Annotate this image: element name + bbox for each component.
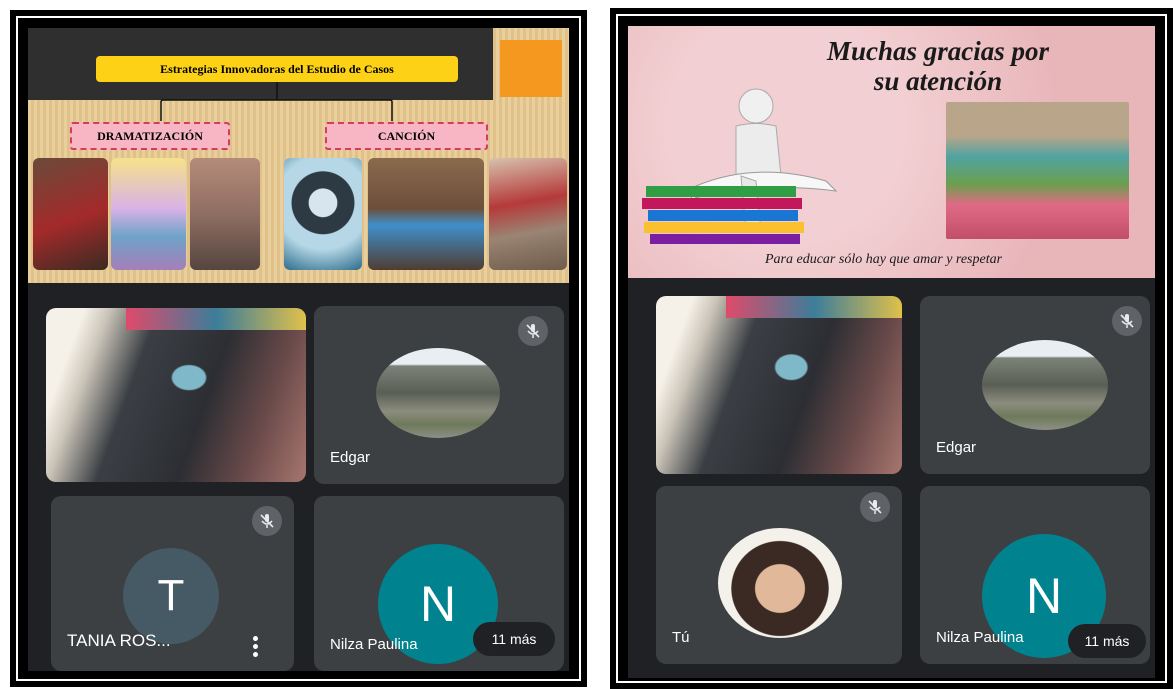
presentation-slide: Estrategias Innovadoras del Estudio de C… [28, 28, 569, 283]
figure-reading-books-illustration [642, 88, 838, 244]
participant-video-feed [46, 308, 306, 482]
slide-photo-1 [33, 158, 108, 270]
participant-tile-video[interactable] [656, 296, 902, 474]
participant-avatar [982, 340, 1108, 430]
participant-video-banner [126, 308, 306, 330]
slide-photo-4 [284, 158, 362, 270]
mic-off-icon [1112, 306, 1142, 336]
participant-name: Tú [672, 629, 690, 646]
participant-tile-video[interactable] [46, 308, 306, 482]
participant-tile-edgar[interactable]: Edgar [314, 306, 564, 484]
participant-video-banner [726, 296, 902, 318]
participant-avatar [376, 348, 500, 438]
right-screenshot-frame: Muchas gracias por su atención Para educ… [610, 8, 1173, 689]
participant-tile-tania[interactable]: T TANIA ROS... [51, 496, 294, 671]
participant-video-feed [656, 296, 902, 474]
participant-tile-nilza[interactable]: N Nilza Paulina 11 más [314, 496, 564, 671]
participant-name: TANIA ROS... [67, 631, 171, 650]
participant-name: Edgar [936, 439, 977, 456]
slide-title-line-1: Muchas gracias por [826, 36, 1050, 66]
meet-screen-left: Estrategias Innovadoras del Estudio de C… [28, 28, 569, 671]
mic-off-icon [518, 316, 548, 346]
mic-off-icon [252, 506, 282, 536]
participant-tile-nilza[interactable]: N Nilza Paulina 11 más [920, 486, 1150, 664]
participant-name: Edgar [330, 449, 371, 466]
left-screenshot-frame: Estrategias Innovadoras del Estudio de C… [10, 10, 587, 687]
slide-photo-child [946, 102, 1129, 239]
slide-photo-6 [489, 158, 567, 270]
tag-dramatizacion: DRAMATIZACIÓN [70, 122, 230, 150]
meet-screen-right: Muchas gracias por su atención Para educ… [628, 26, 1155, 678]
participant-tile-edgar[interactable]: Edgar [920, 296, 1150, 474]
more-options-icon[interactable] [253, 636, 259, 660]
participant-tile-self[interactable]: Tú [656, 486, 902, 664]
slide-photo-5 [368, 158, 484, 270]
slide-photo-2 [111, 158, 186, 270]
more-participants-button[interactable]: 11 más [1068, 624, 1146, 658]
slide-photo-3 [190, 158, 260, 270]
tag-cancion: CANCIÓN [325, 122, 488, 150]
participant-avatar: T [123, 548, 219, 644]
participant-name: Nilza Paulina [330, 636, 418, 653]
participant-avatar [718, 528, 842, 638]
slide-footer-quote: Para educar sólo hay que amar y respetar [765, 252, 1003, 267]
presentation-slide: Muchas gracias por su atención Para educ… [628, 26, 1155, 278]
mic-off-icon [860, 492, 890, 522]
more-participants-button[interactable]: 11 más [473, 622, 555, 656]
participant-name: Nilza Paulina [936, 629, 1024, 646]
